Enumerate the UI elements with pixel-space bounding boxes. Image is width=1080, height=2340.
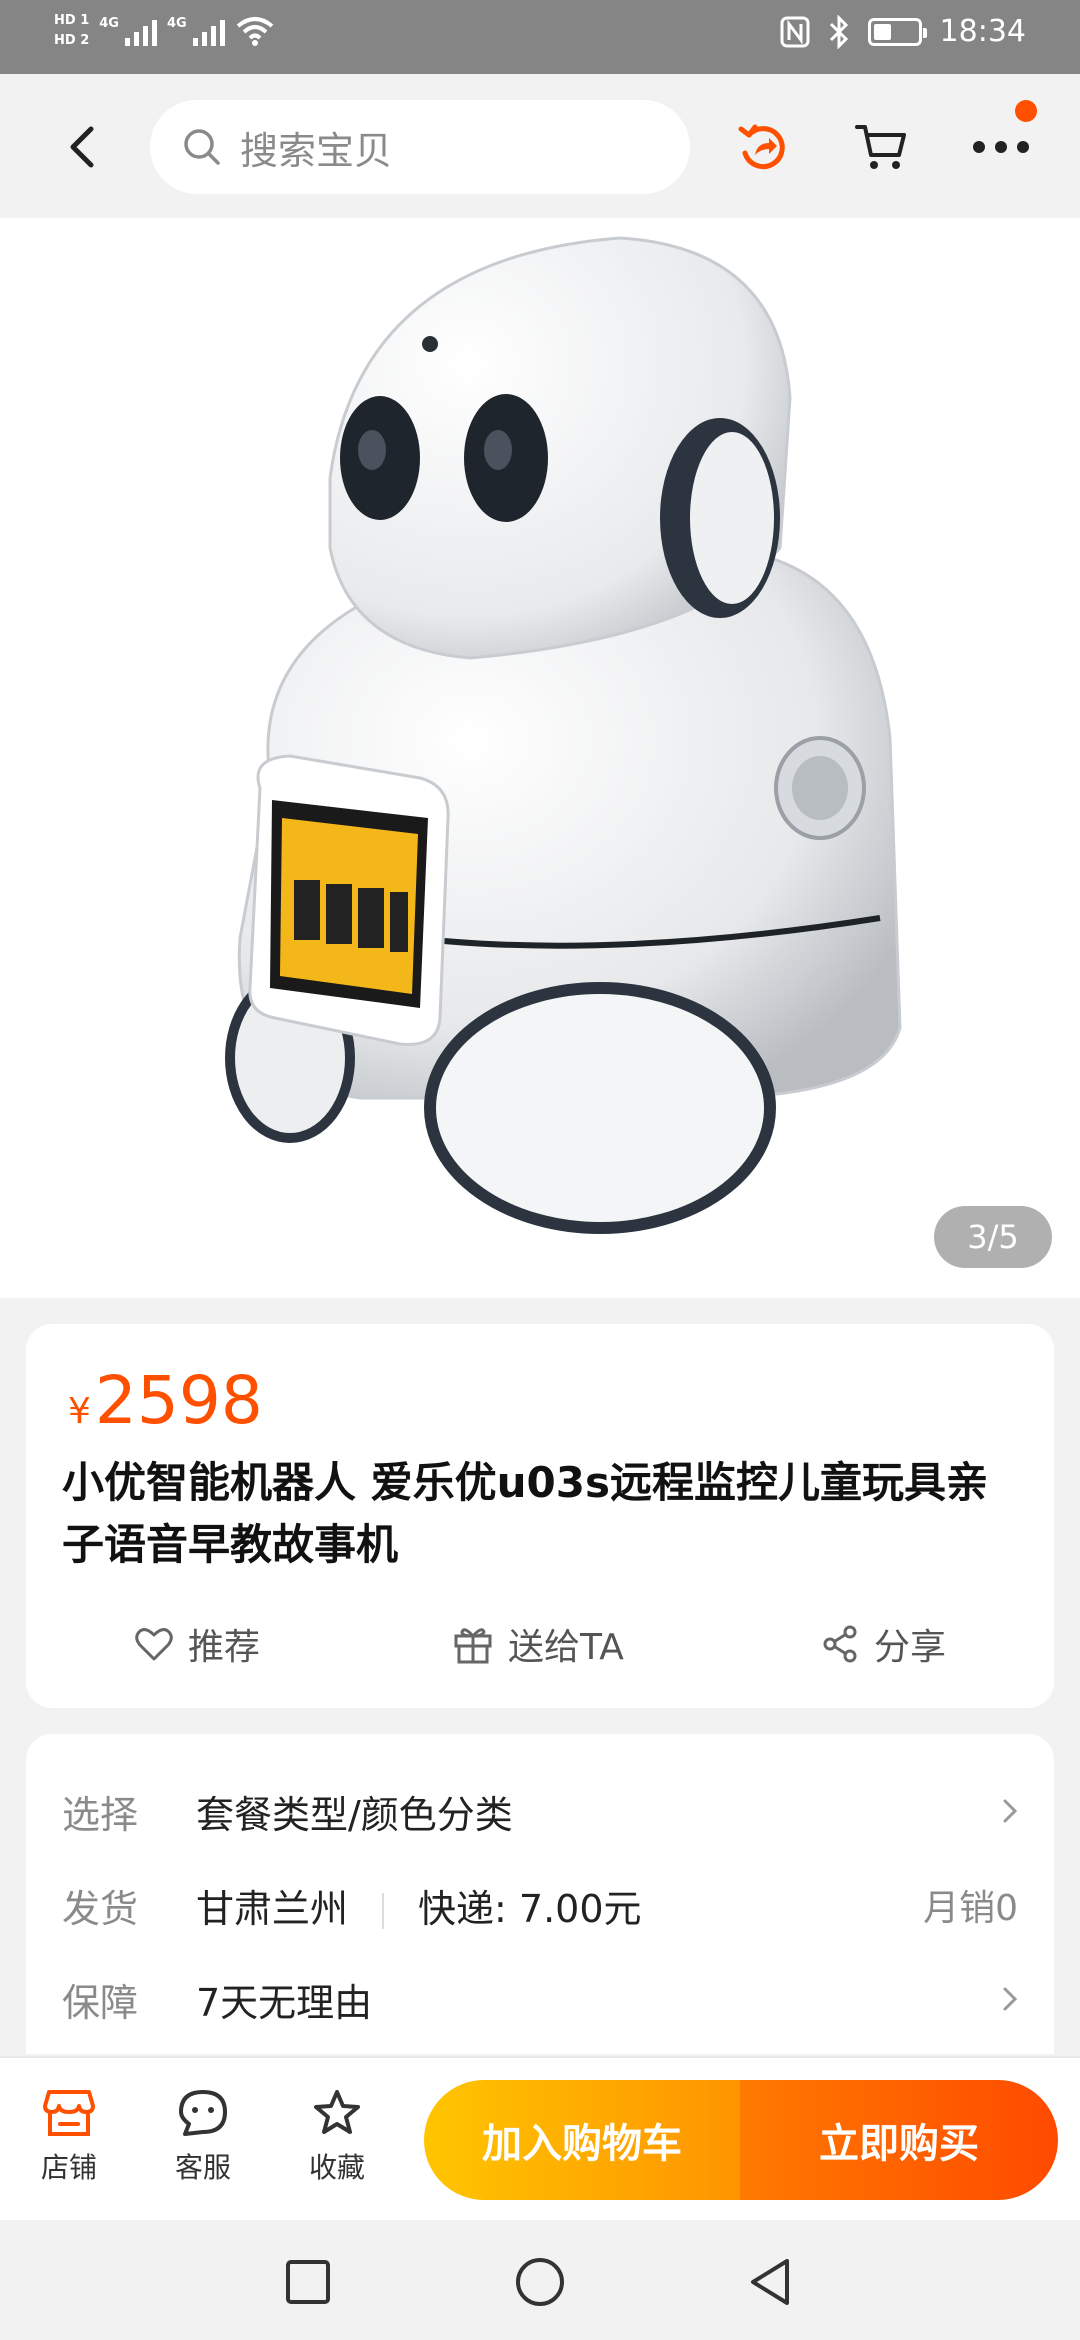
store-button[interactable]: 店铺	[24, 2088, 114, 2186]
recommend-label: 推荐	[188, 1627, 261, 1668]
share-label: 分享	[874, 1627, 947, 1668]
more-icon	[973, 141, 1029, 153]
chevron-left-icon	[70, 126, 94, 168]
signal-icon: 4G	[99, 16, 157, 46]
circle-icon	[516, 2258, 564, 2306]
shipping-fee: 快递: 7.00元	[418, 1886, 642, 1931]
clock: 18:34	[939, 14, 1026, 49]
status-bar: HD 1 HD 2 4G 4G 18:34	[0, 0, 1080, 74]
monthly-sales: 月销0	[923, 1888, 1018, 1929]
customer-service-button[interactable]: 客服	[158, 2088, 248, 2186]
buy-now-button[interactable]: 立即购买	[740, 2080, 1058, 2200]
bluetooth-icon	[829, 14, 848, 49]
guarantee-label: 保障	[62, 1980, 139, 2025]
heart-icon	[135, 1628, 173, 1661]
product-title: 小优智能机器人 爱乐优u03s远程监控儿童玩具亲子语音早教故事机	[62, 1458, 988, 1569]
shipping-divider	[382, 1893, 385, 1929]
robot-product-image	[225, 236, 902, 1234]
price-card: ¥ 2598 小优智能机器人 爱乐优u03s远程监控儿童玩具亲子语音早教故事机 …	[26, 1324, 1054, 1708]
triangle-back-icon	[751, 2259, 789, 2305]
battery-icon	[867, 17, 927, 46]
store-icon	[43, 2090, 95, 2136]
add-to-cart-button[interactable]: 加入购物车	[424, 2080, 740, 2200]
select-label: 选择	[62, 1792, 139, 1837]
currency-symbol: ¥	[68, 1391, 91, 1432]
system-navigation-bar	[0, 2220, 1080, 2340]
select-value: 套餐类型/颜色分类	[196, 1792, 513, 1837]
shipping-row: 发货 甘肃兰州 快递: 7.00元 月销0	[26, 1870, 1054, 1940]
chevron-right-icon	[1003, 1987, 1018, 2011]
product-image-gallery[interactable]: 3/5	[0, 218, 1080, 1298]
price: ¥ 2598	[68, 1362, 263, 1439]
price-amount: 2598	[94, 1362, 263, 1439]
status-bar-right: 18:34	[780, 14, 1026, 49]
system-back-button[interactable]	[742, 2254, 798, 2310]
notification-dot	[1015, 100, 1037, 122]
network-type-1: 4G	[99, 15, 119, 31]
home-button[interactable]	[512, 2254, 568, 2310]
favorite-label: 收藏	[308, 2151, 365, 2184]
cart-button[interactable]	[848, 114, 914, 180]
wifi-icon	[236, 16, 273, 46]
store-label: 店铺	[40, 2151, 97, 2184]
star-icon	[314, 2090, 360, 2134]
hd-indicators: HD 1 HD 2	[54, 12, 89, 49]
bottom-action-bar: 店铺 客服 收藏 加入购物车 立即购买	[0, 2056, 1080, 2220]
search-placeholder: 搜索宝贝	[240, 128, 393, 173]
share-circle-icon	[738, 124, 785, 170]
select-options-row[interactable]: 选择 套餐类型/颜色分类	[26, 1776, 1054, 1846]
recommend-button[interactable]: 推荐	[134, 1604, 260, 1684]
network-type-2: 4G	[166, 15, 187, 31]
share-button[interactable]: 分享	[820, 1604, 946, 1684]
favorite-button[interactable]: 收藏	[292, 2088, 382, 2186]
gift-button[interactable]: 送给TA	[452, 1604, 624, 1684]
gift-label: 送给TA	[508, 1627, 624, 1668]
shipping-origin: 甘肃兰州	[196, 1886, 349, 1931]
signal-icon-2: 4G	[167, 16, 225, 46]
action-row: 推荐 送给TA 分享	[26, 1604, 1054, 1684]
chat-face-icon	[179, 2090, 227, 2136]
status-bar-left: HD 1 HD 2 4G 4G	[54, 12, 275, 49]
hd1-label: HD 1	[54, 13, 90, 28]
search-input[interactable]: 搜索宝贝	[150, 100, 690, 194]
recents-button[interactable]	[280, 2254, 336, 2310]
shipping-label: 发货	[62, 1886, 139, 1931]
battery-level	[873, 23, 891, 40]
chevron-right-icon	[1003, 1799, 1018, 1823]
hd2-label: HD 2	[54, 33, 90, 48]
customer-service-label: 客服	[174, 2151, 231, 2184]
nfc-icon	[780, 16, 810, 47]
cart-icon	[855, 125, 906, 169]
gallery-page-indicator: 3/5	[934, 1206, 1052, 1268]
guarantee-row[interactable]: 保障 7天无理由	[26, 1964, 1054, 2034]
square-icon	[286, 2260, 330, 2304]
share-icon	[823, 1625, 857, 1663]
top-nav: 搜索宝贝	[0, 74, 1080, 218]
search-icon	[184, 129, 220, 165]
share-rotate-button[interactable]	[730, 114, 796, 180]
more-button[interactable]	[968, 114, 1034, 180]
guarantee-value: 7天无理由	[196, 1980, 373, 2025]
back-button[interactable]	[52, 112, 112, 182]
gift-icon	[454, 1628, 492, 1664]
options-card: 选择 套餐类型/颜色分类 发货 甘肃兰州 快递: 7.00元 月销0 保障 7天无…	[26, 1734, 1054, 2054]
shipping-info: 甘肃兰州 快递: 7.00元	[196, 1878, 642, 1933]
